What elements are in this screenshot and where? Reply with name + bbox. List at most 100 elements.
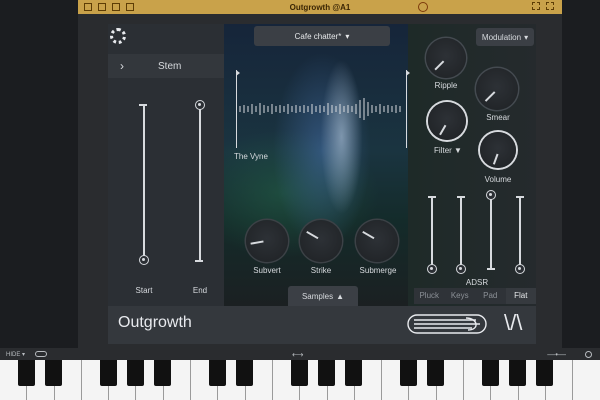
- subvert-knob-pointer: [250, 240, 264, 246]
- end-slider-cap: [195, 260, 203, 262]
- piano-black-key[interactable]: [345, 360, 363, 386]
- glasses-icon[interactable]: [35, 351, 48, 357]
- filter-selector[interactable]: Filter ▼: [420, 146, 476, 155]
- piano-black-key[interactable]: [17, 360, 35, 386]
- window-controls: [532, 2, 554, 10]
- piano-black-key[interactable]: [536, 360, 554, 386]
- piano-black-key[interactable]: [318, 360, 335, 386]
- strike-knob-pointer: [306, 231, 319, 240]
- smear-knob[interactable]: [476, 68, 518, 110]
- adsr-decay-track[interactable]: [460, 196, 462, 268]
- chevron-down-icon: ▾: [345, 31, 350, 41]
- modulation-label: Modulation: [481, 32, 522, 42]
- hide-keyboard-button[interactable]: HIDE ▾: [6, 351, 25, 358]
- adsr-sustain-track[interactable]: [490, 192, 492, 268]
- piano-black-key[interactable]: [126, 360, 144, 386]
- filter-knob[interactable]: [428, 102, 466, 140]
- scroll-arrows-icon[interactable]: ⟷: [292, 350, 303, 359]
- preset-dropdown[interactable]: Cafe chatter* ▾: [254, 26, 390, 46]
- start-label: Start: [135, 286, 153, 295]
- adsr-mode-flat[interactable]: Flat: [505, 288, 536, 304]
- adsr-release-handle[interactable]: [515, 264, 525, 274]
- chevron-down-icon: ▾: [524, 32, 529, 42]
- start-slider-cap: [139, 104, 147, 106]
- adsr-sustain-handle[interactable]: [486, 190, 496, 200]
- pitch-slider-icon[interactable]: —•—: [547, 350, 566, 359]
- chevron-right-icon: ›: [120, 59, 124, 73]
- plugin-ui: Cafe chatter* ▾ Modulation ▾ › Stem Star…: [108, 24, 536, 344]
- adsr-release-track[interactable]: [519, 196, 521, 268]
- modulation-dropdown[interactable]: Modulation ▾: [476, 28, 534, 46]
- end-slider-track[interactable]: [199, 104, 201, 262]
- piano-black-key[interactable]: [481, 360, 499, 386]
- plugin-footer: Outgrowth \/\: [108, 306, 536, 344]
- piano-black-key[interactable]: [154, 360, 172, 386]
- smear-label: Smear: [486, 113, 510, 122]
- piano-keyboard[interactable]: [0, 360, 600, 400]
- piano-black-key[interactable]: [509, 360, 527, 386]
- subvert-label: Subvert: [253, 266, 281, 275]
- piano-black-key[interactable]: [399, 360, 417, 386]
- submerge-label: Submerge: [359, 266, 397, 275]
- ripple-knob-pointer: [434, 60, 445, 71]
- adsr-decay-handle[interactable]: [456, 264, 466, 274]
- filter-label: Filter: [434, 146, 452, 155]
- stem-selector[interactable]: › Stem: [108, 54, 224, 78]
- filter-knob-pointer: [439, 124, 447, 136]
- waveform: [239, 98, 401, 120]
- piano-black-key[interactable]: [427, 360, 445, 386]
- piano-white-key[interactable]: [573, 360, 600, 400]
- power-icon[interactable]: [418, 2, 428, 12]
- end-slider-handle[interactable]: [195, 100, 205, 110]
- volume-knob-pointer: [492, 153, 499, 165]
- background-artwork: [224, 24, 420, 306]
- adsr-attack-cap: [428, 196, 436, 198]
- hide-label: HIDE: [6, 351, 21, 358]
- vendor-logo: \/\: [504, 310, 523, 335]
- start-slider-track[interactable]: [143, 104, 145, 262]
- adsr-mode-pad[interactable]: Pad: [475, 288, 506, 304]
- close-icon[interactable]: [546, 2, 554, 10]
- samples-label: Samples: [301, 291, 334, 301]
- sample-name: The Vyne: [234, 152, 268, 161]
- keyboard-toolbar: HIDE ▾ ⟷ —•—: [0, 348, 600, 360]
- ripple-label: Ripple: [434, 81, 458, 90]
- adsr-sustain-cap: [487, 268, 495, 270]
- strike-knob[interactable]: [300, 220, 342, 262]
- stem-label: Stem: [158, 60, 182, 72]
- piano-black-key[interactable]: [208, 360, 226, 386]
- volume-knob[interactable]: [480, 132, 516, 168]
- samples-button[interactable]: Samples ▲: [288, 286, 358, 306]
- ripple-knob[interactable]: [426, 38, 466, 78]
- piano-black-key[interactable]: [290, 360, 308, 386]
- volume-label: Volume: [484, 175, 512, 184]
- start-slider-handle[interactable]: [139, 255, 149, 265]
- adsr-mode-pluck[interactable]: Pluck: [414, 288, 445, 304]
- window-title: Outgrowth @A1: [289, 2, 351, 12]
- piano-black-key[interactable]: [99, 360, 117, 386]
- adsr-attack-handle[interactable]: [427, 264, 437, 274]
- strike-label: Strike: [310, 266, 332, 275]
- smear-knob-pointer: [484, 91, 496, 103]
- adsr-release-cap: [516, 196, 524, 198]
- waveform-start-marker[interactable]: [236, 70, 240, 148]
- product-logo: [407, 314, 487, 334]
- piano-black-key[interactable]: [236, 360, 254, 386]
- chevron-down-icon: ▼: [454, 146, 462, 155]
- subvert-knob[interactable]: [246, 220, 288, 262]
- adsr-mode-keys[interactable]: Keys: [444, 288, 475, 304]
- plugin-titlebar: Outgrowth @A1: [78, 0, 562, 14]
- submerge-knob-pointer: [362, 231, 375, 240]
- submerge-knob[interactable]: [356, 220, 398, 262]
- brand-name: Outgrowth: [118, 314, 192, 331]
- preset-name: Cafe chatter*: [294, 31, 342, 41]
- gear-icon[interactable]: [110, 28, 126, 44]
- piano-black-key[interactable]: [45, 360, 62, 386]
- settings-icon[interactable]: [585, 350, 592, 358]
- adsr-label: ADSR: [465, 278, 489, 287]
- chevron-up-icon: ▲: [336, 291, 345, 301]
- waveform-end-marker[interactable]: [406, 70, 410, 148]
- adsr-mode-tabs: Pluck Keys Pad Flat: [414, 288, 536, 304]
- expand-icon[interactable]: [532, 2, 540, 10]
- adsr-attack-track[interactable]: [431, 196, 433, 268]
